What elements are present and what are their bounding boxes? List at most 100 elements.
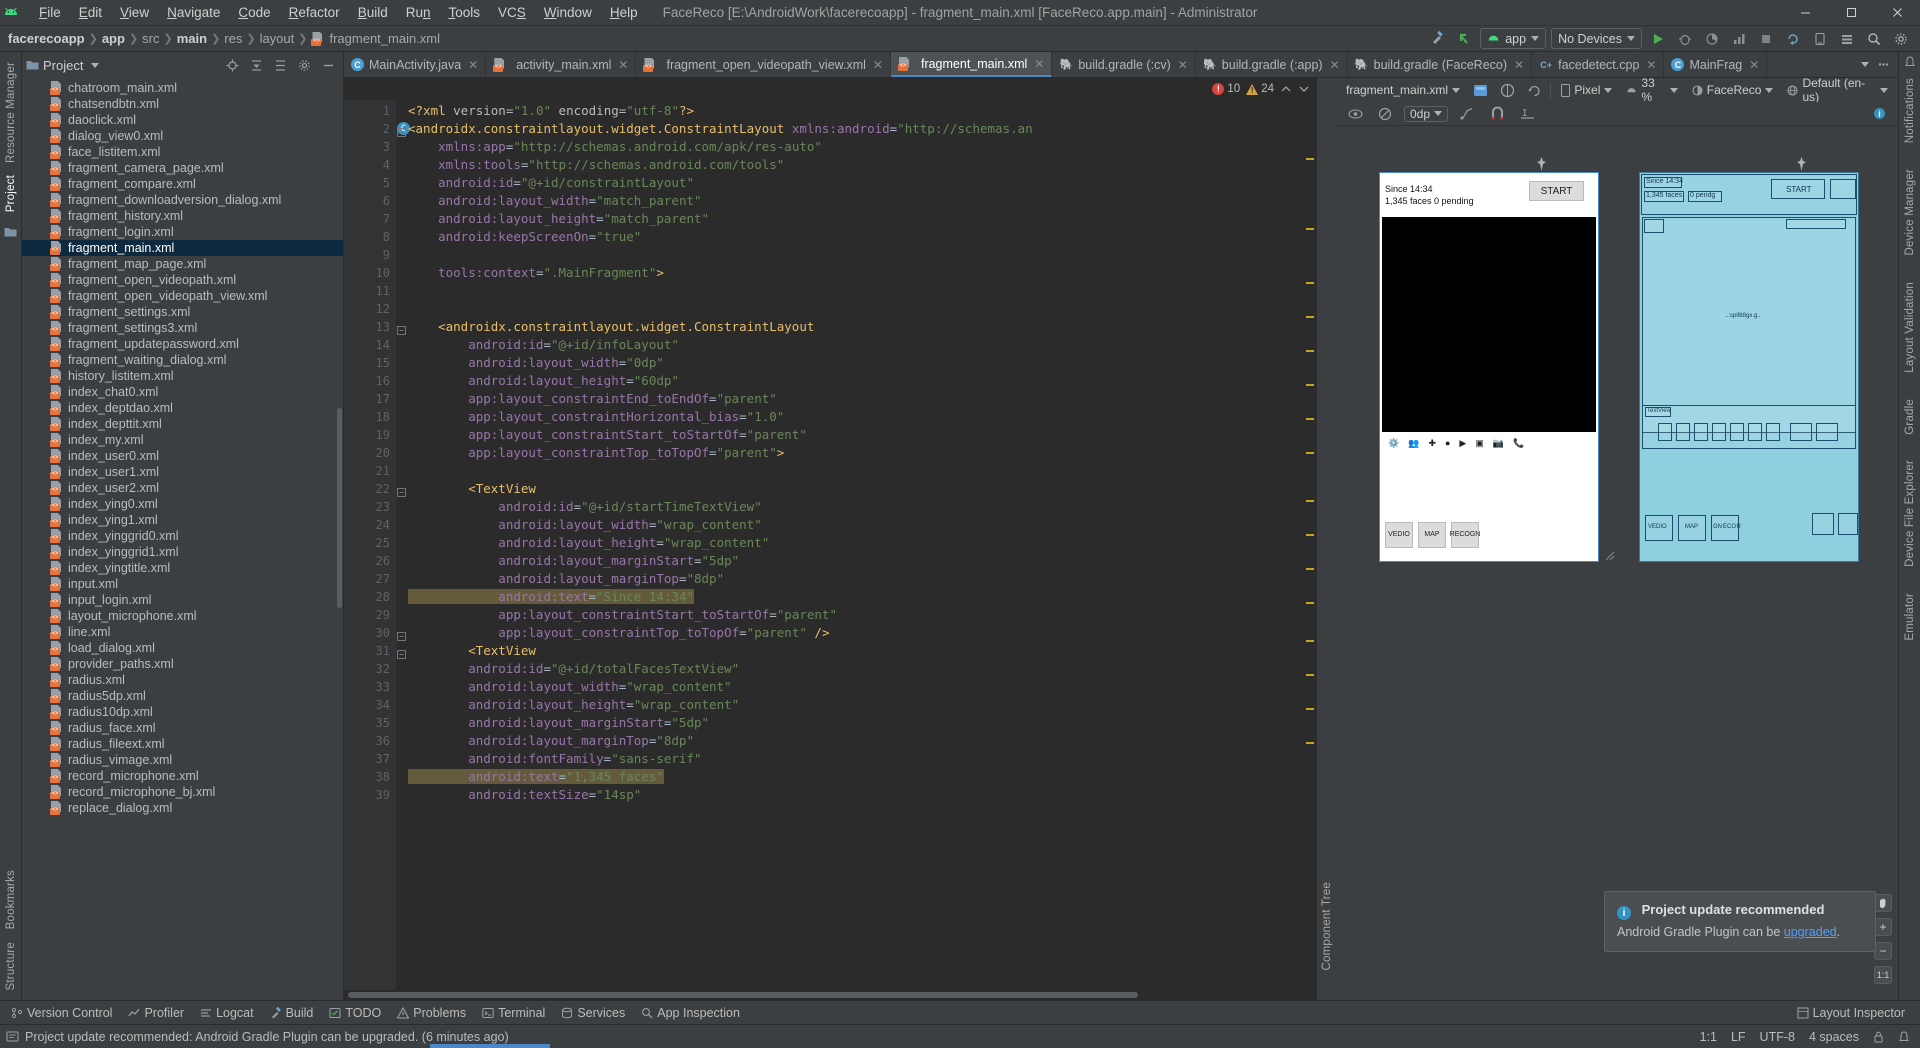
phone-map-button[interactable]: MAP [1418,522,1446,548]
breadcrumb-item-main[interactable]: main [177,31,207,46]
rail-item-notifications[interactable]: Notifications [1904,72,1916,149]
error-stripe-marks[interactable] [1304,100,1316,990]
pan-tool-icon[interactable] [1874,894,1892,912]
bottom-tool-terminal[interactable]: Terminal [475,1004,552,1022]
project-tree-item[interactable]: index_yinggrid0.xml [22,528,343,544]
panel-settings-icon[interactable] [293,54,315,76]
project-tree-item[interactable]: line.xml [22,624,343,640]
file-encoding[interactable]: UTF-8 [1760,1030,1795,1044]
menu-code[interactable]: Code [229,3,279,22]
menu-build[interactable]: Build [349,3,397,22]
eye-visibility-icon[interactable] [1344,103,1366,125]
close-tab-icon[interactable]: ✕ [1749,58,1759,72]
record-icon[interactable]: ● [1445,438,1450,448]
project-tree-item[interactable]: fragment_settings3.xml [22,320,343,336]
project-tree-item[interactable]: radius_fileext.xml [22,736,343,752]
close-tab-icon[interactable]: ✕ [1514,58,1524,72]
close-tab-icon[interactable]: ✕ [873,58,883,72]
project-tree-item[interactable]: fragment_updatepassword.xml [22,336,343,352]
project-tree-item[interactable]: radius_face.xml [22,720,343,736]
code-scroll-area[interactable]: 1 2 C 3 4 5 6 7 8 9 10 11 12 13 14 15 16 17 18 19 20 21 22 23 24… [344,100,1316,990]
close-tab-icon[interactable]: ✕ [1034,57,1044,71]
editor-tab[interactable]: fragment_open_videopath_view.xml ✕ [636,52,891,77]
code-line[interactable]: android:layout_height="wrap_content" [408,534,1316,552]
project-tree-item[interactable]: index_user2.xml [22,480,343,496]
close-tab-icon[interactable]: ✕ [1330,58,1340,72]
profile-icon[interactable] [1728,28,1750,50]
project-tree-item[interactable]: fragment_main.xml [22,240,343,256]
inspection-widget[interactable]: ! 10 24 [344,78,1316,100]
locale-selector[interactable]: Default (en-us) [1783,75,1892,105]
code-line[interactable]: android:layout_marginStart="5dp" [408,552,1316,570]
project-tree-item[interactable]: fragment_open_videopath.xml [22,272,343,288]
people-icon[interactable]: 👥 [1408,438,1419,449]
breadcrumb-item-res[interactable]: res [224,31,242,46]
notification-toast[interactable]: i Project update recommended Android Gra… [1604,890,1876,952]
rail-item-emulator[interactable]: Emulator [1904,587,1916,647]
render-resize-handle[interactable] [1604,550,1616,562]
play-icon[interactable]: ▶ [1459,438,1466,449]
bottom-tool-version-control[interactable]: Version Control [4,1004,119,1022]
code-line[interactable]: app:layout_constraintTop_toTopOf="parent… [408,444,1316,462]
caret-position[interactable]: 1:1 [1700,1030,1717,1044]
phone-vedio-button[interactable]: VEDIO [1385,522,1413,548]
code-line[interactable]: android:layout_width="0dp" [408,354,1316,372]
bottom-tool-profiler[interactable]: Profiler [121,1004,191,1022]
theme-selector[interactable]: FaceReco [1688,82,1778,98]
code-line[interactable] [408,282,1316,300]
rail-item-structure[interactable]: Structure [5,936,17,996]
notifications-bell-icon[interactable] [1904,56,1916,68]
collapse-all-icon[interactable] [245,54,267,76]
code-line[interactable]: android:layout_width="wrap_content" [408,678,1316,696]
rail-item-layout-validation[interactable]: Layout Validation [1904,276,1916,379]
rail-item-project[interactable]: Project [5,169,17,218]
editor-tab[interactable]: 🐘 build.gradle (FaceReco) ✕ [1348,52,1533,77]
code-line[interactable]: app:layout_constraintStart_toStartOf="pa… [408,606,1316,624]
bottom-tool-build[interactable]: Build [263,1004,321,1022]
project-tree-item[interactable]: radius_vimage.xml [22,752,343,768]
project-tree-item[interactable]: replace_dialog.xml [22,800,343,816]
lock-icon[interactable] [1873,1031,1884,1043]
minimize-button[interactable] [1782,0,1828,26]
code-line[interactable]: android:layout_width="wrap_content" [408,516,1316,534]
editor-tab[interactable]: C MainFrag ✕ [1664,52,1768,77]
menu-refactor[interactable]: Refactor [280,3,349,22]
device-selector[interactable]: No Devices [1551,28,1642,49]
code-line[interactable]: android:layout_marginStart="5dp" [408,714,1316,732]
editor-tab[interactable]: 🐘 build.gradle (:cv) ✕ [1052,52,1196,77]
project-tree-item[interactable]: fragment_camera_page.xml [22,160,343,176]
project-tree-item[interactable]: record_microphone.xml [22,768,343,784]
project-tree-item[interactable]: record_microphone_bj.xml [22,784,343,800]
project-tree-item[interactable]: face_listitem.xml [22,144,343,160]
project-tree-item[interactable]: index_chat0.xml [22,384,343,400]
project-tree-item[interactable]: chatroom_main.xml [22,80,343,96]
baseline-align-icon[interactable]: I [1516,103,1538,125]
sdk-manager-icon[interactable] [1836,28,1858,50]
device-preview-selector[interactable]: Pixel [1557,82,1616,98]
settings-icon[interactable]: ⚙️ [1388,438,1399,449]
code-line[interactable]: android:textSize="14sp" [408,786,1316,804]
api-level-selector[interactable]: 33 % [1622,75,1681,105]
code-text[interactable]: <?xml version="1.0" encoding="utf-8"?> <a… [396,100,1316,990]
project-tree-item[interactable]: history_listitem.xml [22,368,343,384]
code-line[interactable]: tools:context=".MainFragment"> [408,264,1316,282]
editor-tab[interactable]: C+ facedetect.cpp ✕ [1532,52,1665,77]
project-tree-item[interactable]: fragment_map_page.xml [22,256,343,272]
zoom-in-button[interactable]: + [1874,918,1892,936]
menu-vcs[interactable]: VCS [489,3,535,22]
close-tab-icon[interactable]: ✕ [468,58,478,72]
menu-file[interactable]: File [30,3,70,22]
autoconnect-magnet-icon[interactable] [1486,103,1508,125]
rail-item-device-manager[interactable]: Device Manager [1904,163,1916,262]
code-line[interactable]: app:layout_constraintStart_toStartOf="pa… [408,426,1316,444]
project-tree-item[interactable]: fragment_history.xml [22,208,343,224]
rail-item-bookmarks[interactable]: Bookmarks [5,864,17,935]
project-tree-item[interactable]: load_dialog.xml [22,640,343,656]
inspection-up-icon[interactable] [1280,83,1292,95]
breadcrumb-item-file[interactable]: fragment_main.xml [329,31,440,46]
project-tree-item[interactable]: fragment_downloadversion_dialog.xml [22,192,343,208]
project-tree-item[interactable]: radius10dp.xml [22,704,343,720]
line-number-gutter[interactable]: 1 2 C 3 4 5 6 7 8 9 10 11 12 13 14 15 16 17 18 19 20 21 22 23 24… [344,100,410,990]
menu-view[interactable]: View [111,3,158,22]
chevron-down-icon[interactable] [91,62,100,68]
